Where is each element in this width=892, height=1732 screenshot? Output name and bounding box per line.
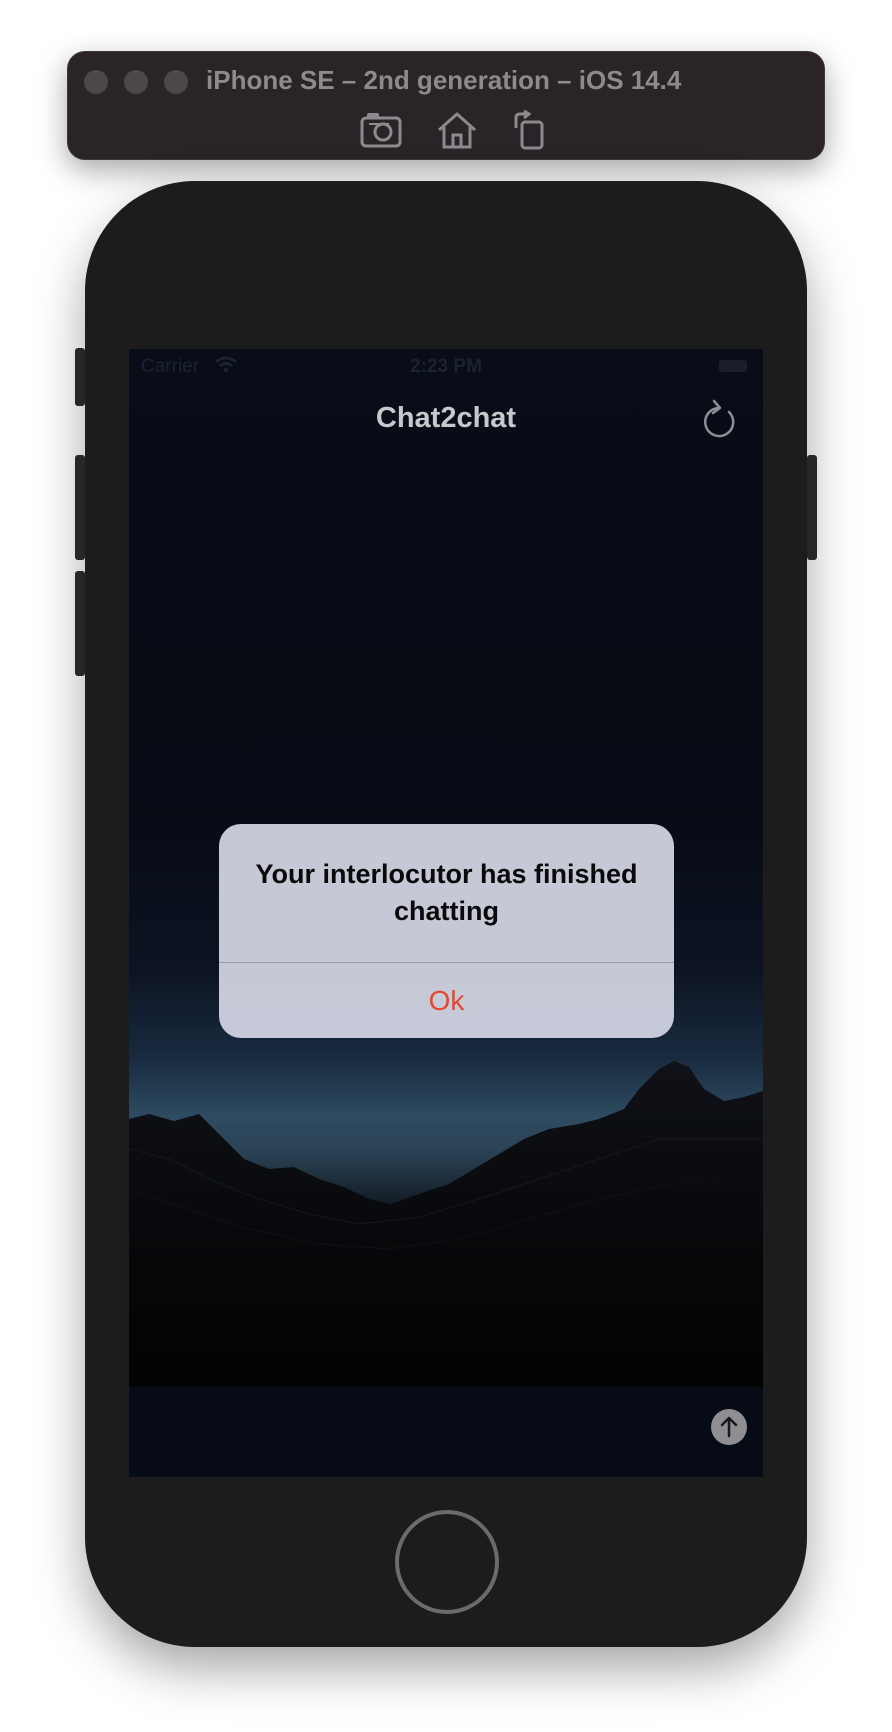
arrow-up-icon (720, 1416, 738, 1438)
simulator-title: iPhone SE – 2nd generation – iOS 14.4 (206, 65, 682, 95)
power-button (807, 455, 817, 560)
nav-title: Chat2chat (375, 402, 517, 434)
ok-button[interactable]: Ok (219, 963, 674, 1038)
send-button[interactable] (711, 1409, 747, 1445)
window-zoom-button[interactable] (164, 70, 188, 94)
simulator-toolbar: iPhone SE – 2nd generation – iOS 14.4 (67, 51, 825, 160)
status-time: 2:23 PM (410, 356, 482, 377)
volume-down-button (75, 571, 85, 676)
home-icon[interactable] (435, 110, 479, 150)
message-input-bar (129, 1387, 763, 1477)
volume-up-button (75, 455, 85, 560)
screenshot-icon[interactable] (359, 110, 403, 150)
battery-icon (719, 360, 747, 372)
window-minimize-button[interactable] (124, 70, 148, 94)
rotate-icon[interactable] (508, 110, 552, 150)
alert-dialog: Your interlocutor has finished chatting … (219, 824, 674, 1038)
status-bar: Carrier 2:23 PM (129, 349, 763, 383)
window-close-button[interactable] (84, 70, 108, 94)
home-button[interactable] (395, 1510, 499, 1614)
mute-switch (75, 348, 85, 406)
alert-title: Your interlocutor has finished chatting (255, 859, 638, 926)
refresh-icon[interactable] (699, 396, 739, 442)
